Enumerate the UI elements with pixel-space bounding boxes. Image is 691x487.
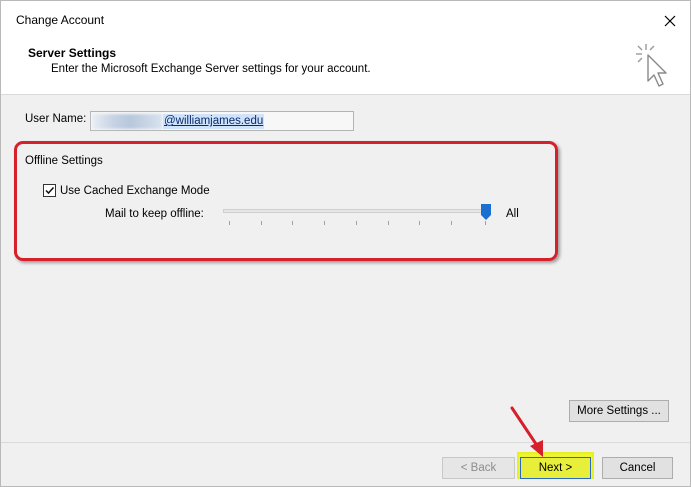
next-button[interactable]: Next > (520, 457, 591, 479)
more-settings-button[interactable]: More Settings ... (569, 400, 669, 422)
footer-divider (1, 442, 690, 443)
cancel-button[interactable]: Cancel (602, 457, 673, 479)
close-icon (664, 15, 676, 27)
page-subtitle: Enter the Microsoft Exchange Server sett… (51, 63, 371, 75)
wizard-cursor-icon (636, 44, 667, 87)
user-name-value: @williamjames.edu (163, 114, 265, 129)
window-title: Change Account (16, 13, 105, 27)
wizard-header: Server Settings Enter the Microsoft Exch… (1, 41, 690, 95)
user-name-field[interactable]: @williamjames.edu (90, 111, 354, 131)
offline-settings-annotation (14, 141, 558, 261)
close-button[interactable] (656, 7, 684, 35)
back-button[interactable]: < Back (442, 457, 515, 479)
annotation-arrow-icon (510, 406, 543, 457)
page-title: Server Settings (28, 46, 117, 60)
redacted-username (92, 114, 162, 129)
title-bar: Change Account (1, 1, 690, 41)
user-name-label: User Name: (25, 113, 87, 125)
